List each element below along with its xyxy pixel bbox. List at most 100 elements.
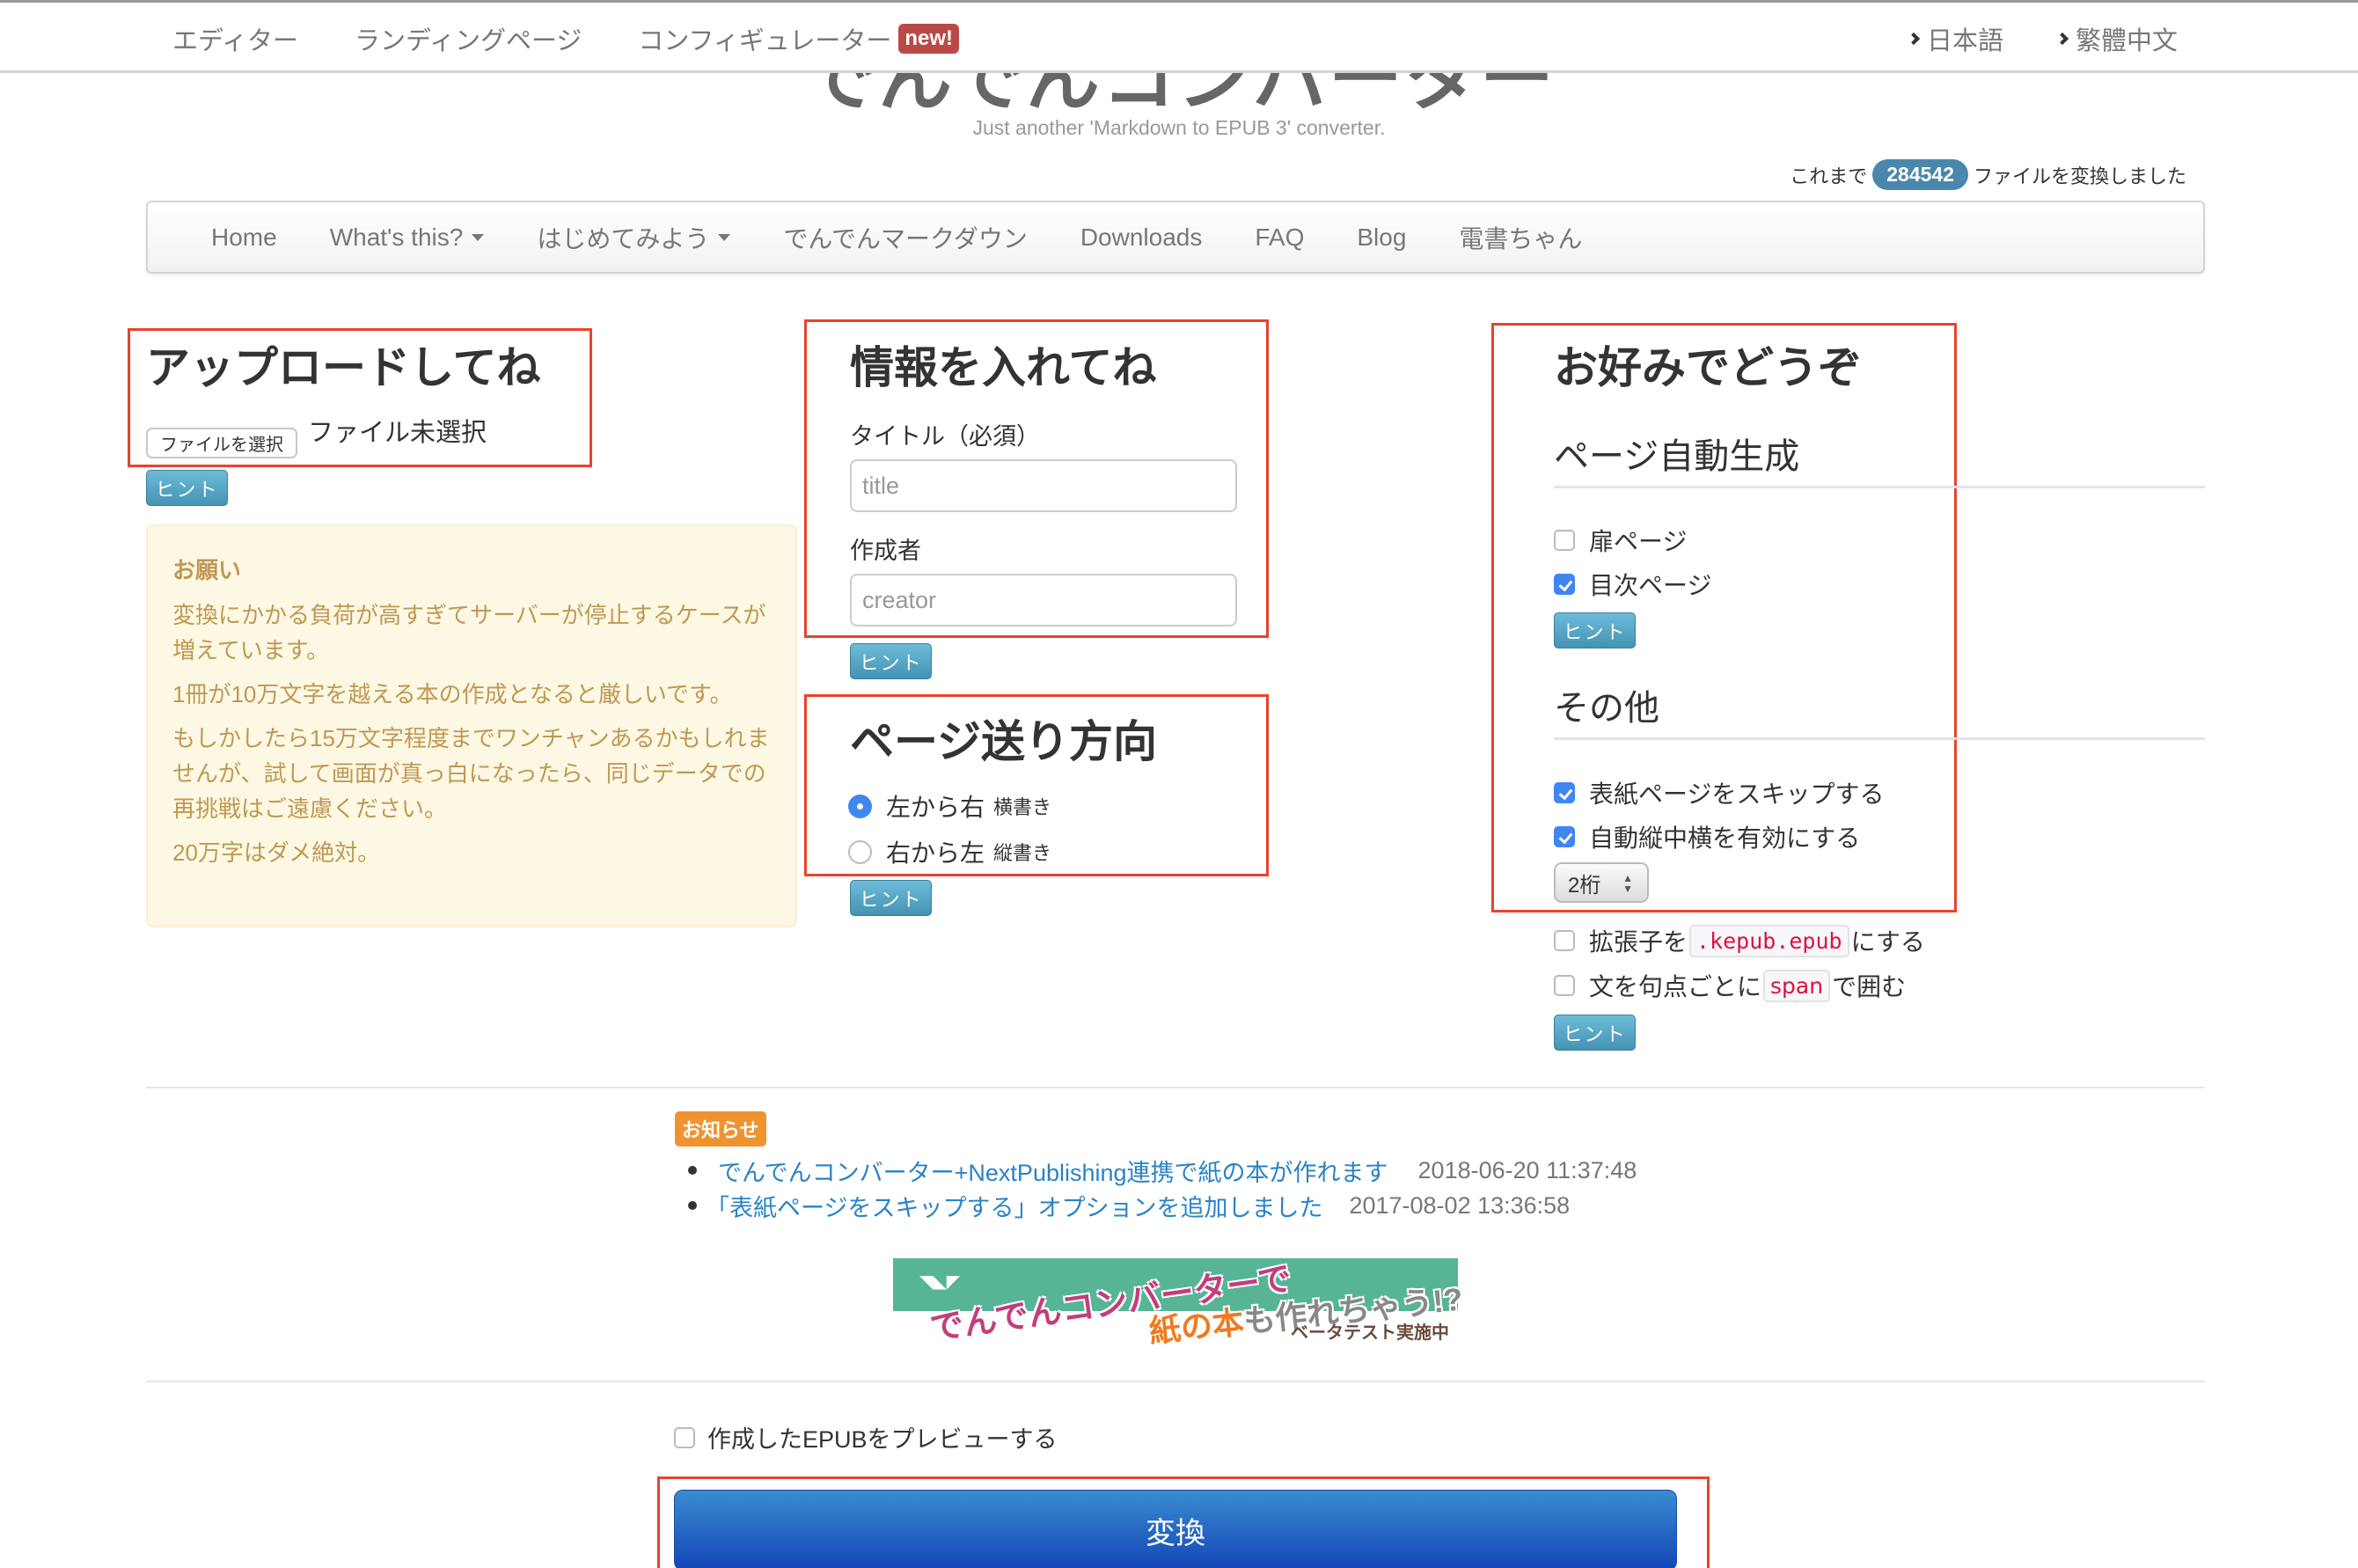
info-heading: 情報を入れてね	[850, 343, 1157, 392]
counter-prefix: これまで	[1790, 165, 1868, 187]
nav-label: Downloads	[1080, 223, 1203, 251]
upload-hint-button[interactable]: ヒント	[146, 470, 228, 506]
title-page-option[interactable]: 扉ページ	[1554, 523, 1687, 558]
language-traditional-chinese[interactable]: 繁體中文	[2055, 20, 2178, 57]
conversion-counter: これまで 284542 ファイルを変換しました	[1790, 159, 2186, 190]
nav-label: はじめてみよう	[537, 224, 710, 253]
nav-denshochan[interactable]: 電書ちゃん	[1459, 220, 1582, 255]
checkbox-kepub[interactable]	[1554, 930, 1575, 951]
nav-blog[interactable]: Blog	[1357, 223, 1406, 252]
top-links: エディター ランディングページ コンフィギュレーター new!	[172, 20, 960, 57]
nav-label: Blog	[1357, 223, 1407, 251]
counter-badge: 284542	[1872, 159, 1968, 190]
warning-paragraph: もしかしたら15万文字程度までワンチャンあるかもしれませんが、試して画面が真っ白…	[172, 725, 770, 822]
option-label: 文を句点ごとに	[1589, 973, 1762, 1000]
other-hint-button[interactable]: ヒント	[1554, 1015, 1636, 1051]
nav-label: Home	[211, 223, 277, 251]
language-label: 日本語	[1926, 27, 2003, 55]
file-status: ファイル未選択	[308, 419, 487, 447]
checkbox-title-page[interactable]	[1554, 530, 1575, 551]
language-links: 日本語 繁體中文	[1907, 20, 2178, 57]
top-link-configurator[interactable]: コンフィギュレーター new!	[638, 20, 960, 57]
skip-cover-option[interactable]: 表紙ページをスキップする	[1554, 775, 1884, 810]
option-label: にする	[1850, 928, 1925, 956]
span-option[interactable]: 文を句点ごとに span で囲む	[1554, 968, 1906, 1003]
options-heading: お好みでどうぞ	[1554, 343, 1862, 392]
preview-option[interactable]: 作成したEPUBをプレビューする	[674, 1420, 1058, 1454]
notice-link[interactable]: でんでんコンバーター+NextPublishing連携で紙の本が作れます	[718, 1154, 1388, 1188]
notice-list: でんでんコンバーター+NextPublishing連携で紙の本が作れます 201…	[688, 1153, 1637, 1223]
language-label: 繁體中文	[2075, 27, 2178, 55]
autogen-hint-button[interactable]: ヒント	[1554, 612, 1636, 648]
notice-timestamp: 2018-06-20 11:37:48	[1417, 1156, 1637, 1183]
caret-down-icon	[472, 233, 485, 241]
upload-heading: アップロードしてね	[146, 343, 541, 392]
language-japanese[interactable]: 日本語	[1907, 20, 2003, 57]
option-label: 扉ページ	[1589, 528, 1688, 555]
divider	[1554, 486, 2205, 488]
notice-item: 「表紙ページをスキップする」オプションを追加しました 2017-08-02 13…	[688, 1188, 1637, 1223]
nav-home[interactable]: Home	[211, 223, 277, 252]
nav-label: でんでんマークダウン	[783, 224, 1028, 253]
checkbox-preview[interactable]	[674, 1426, 695, 1448]
direction-rtl-option[interactable]: 右から左 縦書き	[848, 834, 1051, 869]
divider	[1554, 737, 2205, 740]
choose-file-button[interactable]: ファイルを選択	[146, 428, 297, 458]
caret-down-icon	[718, 233, 731, 241]
top-header: エディター ランディングページ コンフィギュレーター new! 日本語 繁體中文	[0, 0, 2358, 73]
digits-select[interactable]: 2桁 ▲ ▼	[1554, 862, 1649, 903]
direction-ltr-option[interactable]: 左から右 横書き	[848, 788, 1051, 824]
nav-getting-started[interactable]: はじめてみよう	[537, 220, 731, 255]
nav-faq[interactable]: FAQ	[1255, 223, 1304, 252]
checkbox-auto-tcy[interactable]	[1554, 826, 1575, 847]
warning-paragraph: 1冊が10万文字を越える本の作成となると厳しいです。	[172, 681, 733, 707]
kepub-option[interactable]: 拡張子を .kepub.epub にする	[1554, 923, 1925, 958]
nav-label: 電書ちゃん	[1459, 224, 1583, 253]
other-heading: その他	[1554, 689, 1659, 728]
option-label: で囲む	[1832, 973, 1907, 1000]
chevron-right-icon	[2055, 32, 2069, 46]
nav-whats-this[interactable]: What's this?	[330, 223, 485, 252]
warning-title: お願い	[172, 557, 242, 583]
nav-label: What's this?	[329, 223, 464, 251]
auto-tcy-option[interactable]: 自動縦中横を有効にする	[1554, 819, 1860, 854]
info-hint-button[interactable]: ヒント	[850, 643, 932, 679]
title-input[interactable]	[850, 459, 1237, 512]
divider	[146, 1381, 2205, 1382]
bullet-icon	[688, 1201, 697, 1210]
main-navbar: Home What's this? はじめてみよう でんでんマークダウン Dow…	[146, 201, 2205, 274]
warning-paragraph: 20万字はダメ絶対。	[172, 839, 381, 866]
radio-ltr[interactable]	[848, 794, 872, 818]
direction-heading: ページ送り方向	[850, 717, 1157, 766]
warning-alert: お願い 変換にかかる負荷が高すぎてサーバーが停止するケースが増えています。 1冊…	[146, 524, 797, 927]
convert-button[interactable]: 変換	[674, 1490, 1677, 1568]
notice-badge: お知らせ	[675, 1111, 766, 1147]
top-link-editor[interactable]: エディター	[172, 20, 298, 57]
notice-item: でんでんコンバーター+NextPublishing連携で紙の本が作れます 201…	[688, 1153, 1637, 1188]
radio-rtl[interactable]	[848, 839, 872, 864]
creator-input[interactable]	[850, 574, 1237, 626]
banner-highlight: 紙の本	[1147, 1303, 1246, 1350]
notice-link[interactable]: 「表紙ページをスキップする」オプションを追加しました	[706, 1189, 1322, 1223]
nav-downloads[interactable]: Downloads	[1080, 223, 1203, 252]
direction-hint-button[interactable]: ヒント	[850, 880, 932, 916]
warning-paragraph: 変換にかかる負荷が高すぎてサーバーが停止するケースが増えています。	[172, 602, 766, 663]
select-arrows-icon: ▲ ▼	[1622, 872, 1633, 895]
toc-page-option[interactable]: 目次ページ	[1554, 567, 1711, 602]
checkbox-toc-page[interactable]	[1554, 574, 1575, 595]
option-label: 自動縦中横を有効にする	[1589, 824, 1861, 852]
checkbox-span[interactable]	[1554, 975, 1575, 996]
top-link-label: エディター	[172, 27, 298, 55]
divider	[146, 1087, 2205, 1088]
option-label: 左から右	[886, 794, 985, 821]
option-label: 拡張子を	[1589, 928, 1688, 956]
top-link-landing[interactable]: ランディングページ	[355, 20, 582, 57]
top-link-label: ランディングページ	[354, 27, 582, 55]
bullet-icon	[688, 1166, 697, 1175]
chevron-right-icon	[1907, 32, 1921, 46]
option-label: 目次ページ	[1589, 572, 1712, 599]
nextpublishing-banner[interactable]: ◥◣◤ でんでんコンバーターで 紙の本も作れちゃう!? ベータテスト実施中	[893, 1258, 1464, 1350]
checkbox-skip-cover[interactable]	[1554, 782, 1575, 803]
nav-denden-markdown[interactable]: でんでんマークダウン	[783, 220, 1027, 255]
top-link-label: コンフィギュレーター	[638, 27, 892, 55]
